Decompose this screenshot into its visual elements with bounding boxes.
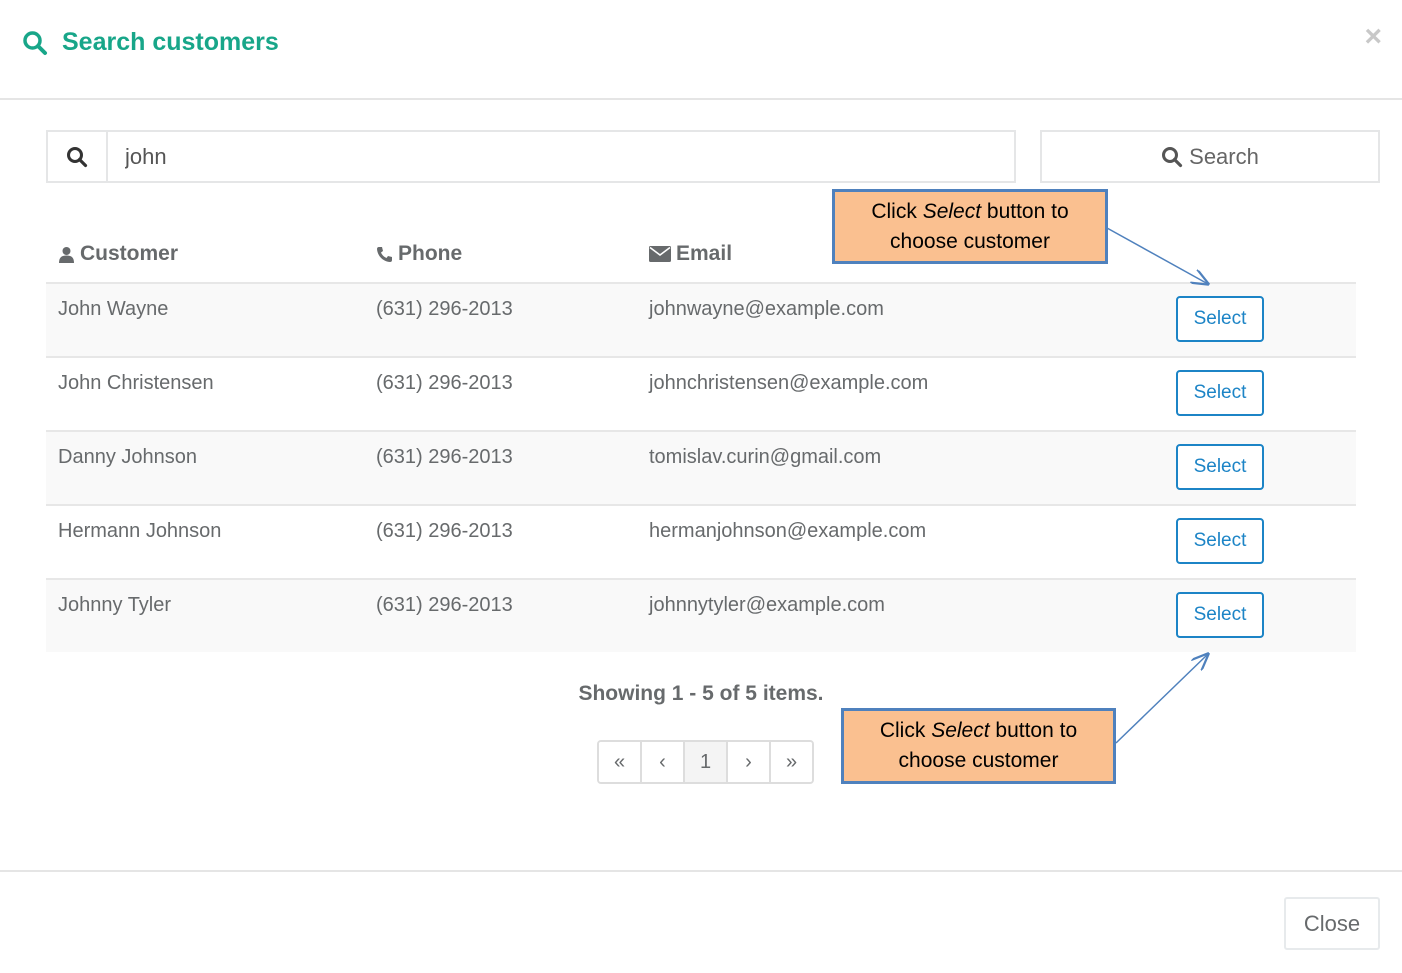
user-icon	[58, 246, 75, 263]
column-header-email: Email	[649, 242, 732, 266]
search-input[interactable]	[108, 132, 1014, 181]
select-button[interactable]: Select	[1176, 518, 1264, 564]
previous-page-button[interactable]: ‹	[642, 742, 685, 782]
customer-name: Danny Johnson	[58, 446, 197, 468]
close-icon[interactable]: ×	[1364, 22, 1382, 52]
page-1-button[interactable]: 1	[685, 742, 728, 782]
select-button[interactable]: Select	[1176, 444, 1264, 490]
search-button[interactable]: Search	[1040, 130, 1380, 183]
search-icon	[48, 132, 108, 181]
modal-header: Search customers ×	[0, 0, 1402, 100]
customer-phone: (631) 296-2013	[376, 520, 513, 542]
customer-email: johnwayne@example.com	[649, 298, 884, 320]
table-header: Customer Phone Email	[46, 230, 1356, 284]
select-button[interactable]: Select	[1176, 296, 1264, 342]
search-input-group	[46, 130, 1016, 183]
customer-phone: (631) 296-2013	[376, 298, 513, 320]
envelope-icon	[649, 246, 671, 262]
table-row: Danny Johnson (631) 296-2013 tomislav.cu…	[46, 432, 1356, 506]
customer-name: John Wayne	[58, 298, 169, 320]
customers-table: Customer Phone Email John Wayne (631) 29…	[46, 230, 1356, 652]
search-icon	[1161, 146, 1183, 168]
customer-name: Johnny Tyler	[58, 594, 172, 616]
first-page-button[interactable]: «	[599, 742, 642, 782]
select-button[interactable]: Select	[1176, 592, 1264, 638]
column-header-phone: Phone	[376, 242, 462, 266]
modal-title-text: Search customers	[62, 28, 279, 56]
last-page-button[interactable]: »	[771, 742, 812, 782]
customer-phone: (631) 296-2013	[376, 594, 513, 616]
customer-name: Hermann Johnson	[58, 520, 222, 542]
close-button[interactable]: Close	[1284, 897, 1380, 950]
search-button-label: Search	[1189, 143, 1259, 169]
customer-phone: (631) 296-2013	[376, 446, 513, 468]
customer-email: hermanjohnson@example.com	[649, 520, 927, 542]
customer-email: johnchristensen@example.com	[649, 372, 929, 394]
customer-email: tomislav.curin@gmail.com	[649, 446, 882, 468]
modal-title: Search customers	[22, 28, 279, 57]
search-icon	[22, 30, 48, 56]
phone-icon	[376, 246, 393, 263]
callout-bottom: Click Select button to choose customer	[841, 708, 1116, 784]
callout-top: Click Select button to choose customer	[832, 189, 1108, 264]
select-button[interactable]: Select	[1176, 370, 1264, 416]
customer-phone: (631) 296-2013	[376, 372, 513, 394]
column-header-customer: Customer	[58, 242, 178, 266]
table-row: John Wayne (631) 296-2013 johnwayne@exam…	[46, 284, 1356, 358]
results-summary: Showing 1 - 5 of 5 items.	[578, 682, 824, 705]
search-customers-modal: Search customers × Search	[0, 0, 1402, 973]
next-page-button[interactable]: ›	[728, 742, 771, 782]
customer-email: johnnytyler@example.com	[649, 594, 885, 616]
table-row: Johnny Tyler (631) 296-2013 johnnytyler@…	[46, 580, 1356, 652]
table-row: John Christensen (631) 296-2013 johnchri…	[46, 358, 1356, 432]
pagination: « ‹ 1 › »	[597, 740, 814, 784]
table-row: Hermann Johnson (631) 296-2013 hermanjoh…	[46, 506, 1356, 580]
modal-footer: Close	[0, 870, 1402, 973]
customer-name: John Christensen	[58, 372, 214, 394]
